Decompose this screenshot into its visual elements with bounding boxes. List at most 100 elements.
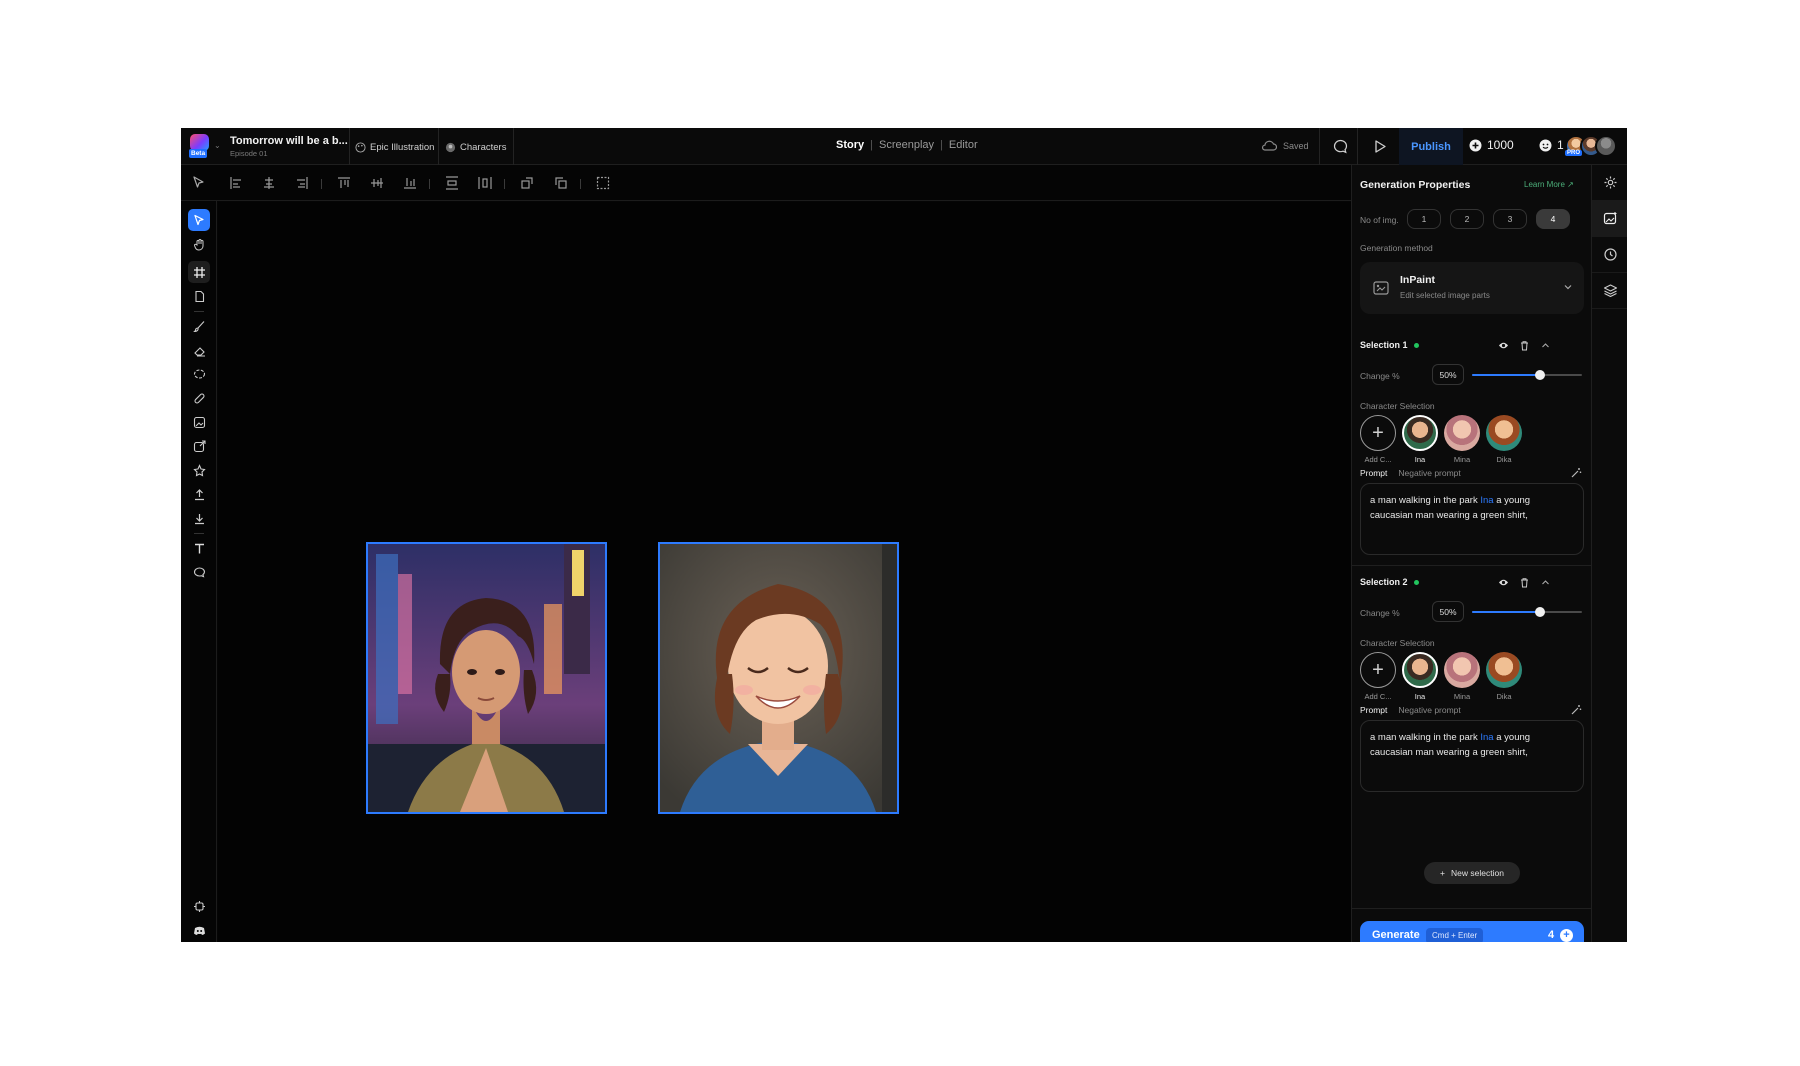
trash-icon[interactable] [1519, 577, 1530, 588]
character-mina[interactable]: Mina [1444, 652, 1480, 701]
layers-tab[interactable] [1592, 273, 1627, 309]
learn-more-link[interactable]: Learn More ↗ [1524, 180, 1574, 189]
character-mina[interactable]: Mina [1444, 415, 1480, 464]
slider-knob[interactable] [1535, 607, 1546, 617]
prompt-textarea[interactable]: a man walking in the park Ina a young ca… [1360, 483, 1584, 555]
avatar[interactable] [1595, 135, 1617, 157]
eye-icon[interactable] [1498, 577, 1509, 588]
toolbar-separator [429, 179, 430, 189]
character-ina[interactable]: Ina [1402, 415, 1438, 464]
avatar [1486, 652, 1522, 688]
character-dika[interactable]: Dika [1486, 652, 1522, 701]
tab-editor[interactable]: Editor [949, 139, 978, 151]
comment-icon[interactable] [1332, 138, 1349, 155]
tab-story[interactable]: Story [836, 139, 864, 151]
play-icon[interactable] [1371, 138, 1388, 155]
crop-tool[interactable] [188, 261, 210, 283]
distribute-v-icon[interactable] [444, 175, 460, 191]
image-edit-tool[interactable] [188, 411, 210, 433]
img-count-4[interactable]: 4 [1536, 209, 1570, 229]
img-count-3[interactable]: 3 [1493, 209, 1527, 229]
image-frame-2[interactable] [658, 542, 899, 814]
align-top-icon[interactable] [336, 175, 352, 191]
eye-icon[interactable] [1498, 340, 1509, 351]
lasso-tool[interactable] [188, 363, 210, 385]
magic-shape-tool[interactable] [188, 459, 210, 481]
tab-negative-prompt[interactable]: Negative prompt [1398, 468, 1460, 478]
upload-tool[interactable] [188, 483, 210, 505]
generation-method-select[interactable]: InPaint Edit selected image parts [1360, 262, 1584, 314]
magic-wand-icon[interactable] [1570, 467, 1582, 479]
project-info[interactable]: Tomorrow will be a b... Episode 01 [230, 135, 348, 158]
publish-button[interactable]: Publish [1399, 128, 1463, 165]
healing-tool[interactable] [188, 387, 210, 409]
change-slider[interactable] [1472, 607, 1582, 617]
credits-counter[interactable]: 1000 [1469, 138, 1514, 152]
collaborator-avatars[interactable]: PRO [1565, 135, 1621, 159]
character-ina[interactable]: Ina [1402, 652, 1438, 701]
image-export-tool[interactable] [188, 435, 210, 457]
comment-tool[interactable] [188, 561, 210, 583]
prompt-textarea[interactable]: a man walking in the park Ina a young ca… [1360, 720, 1584, 792]
download-tool[interactable] [188, 507, 210, 529]
eraser-tool[interactable] [188, 339, 210, 361]
character-mention[interactable]: Ina [1480, 732, 1493, 743]
page-tool[interactable] [188, 285, 210, 307]
select-area-icon[interactable] [595, 175, 611, 191]
style-chip-label: Epic Illustration [370, 141, 435, 153]
change-label: Change % [1360, 608, 1400, 618]
app-logo[interactable]: Beta [189, 134, 211, 158]
magic-wand-icon[interactable] [1570, 704, 1582, 716]
align-left-icon[interactable] [228, 175, 244, 191]
settings-tab[interactable] [1592, 165, 1627, 201]
tab-prompt[interactable]: Prompt [1360, 705, 1387, 715]
hand-tool[interactable] [188, 233, 210, 255]
trash-icon[interactable] [1519, 340, 1530, 351]
img-count-1[interactable]: 1 [1407, 209, 1441, 229]
align-middle-v-icon[interactable] [369, 175, 385, 191]
plus-icon: + [1360, 415, 1396, 451]
align-right-icon[interactable] [294, 175, 310, 191]
settings-tool[interactable] [188, 895, 210, 917]
img-count-2[interactable]: 2 [1450, 209, 1484, 229]
characters-chip[interactable]: Characters [445, 140, 506, 154]
tab-screenplay[interactable]: Screenplay [879, 139, 934, 151]
generate-button[interactable]: Generate Cmd + Enter 4 + [1360, 921, 1584, 942]
history-tab[interactable] [1592, 237, 1627, 273]
text-tool[interactable] [188, 537, 210, 559]
generate-tab[interactable] [1592, 201, 1627, 237]
tab-prompt[interactable]: Prompt [1360, 468, 1387, 478]
character-dika[interactable]: Dika [1486, 415, 1522, 464]
editor-canvas[interactable] [218, 202, 1351, 942]
distribute-h-icon[interactable] [477, 175, 493, 191]
chevron-up-icon[interactable] [1540, 577, 1551, 588]
chevron-down-icon[interactable]: ⌄ [214, 141, 221, 150]
new-selection-button[interactable]: + New selection [1424, 862, 1520, 884]
change-percent-input[interactable]: 50% [1432, 364, 1464, 385]
character-mention[interactable]: Ina [1480, 495, 1493, 506]
add-character[interactable]: + Add C... [1360, 415, 1396, 464]
selection-title-label: Selection 2 [1360, 577, 1408, 587]
select-tool[interactable] [188, 209, 210, 231]
character-name: Ina [1414, 455, 1426, 464]
users-counter[interactable]: 1 [1539, 138, 1564, 152]
chevron-up-icon[interactable] [1540, 340, 1551, 351]
image-frame-1[interactable] [366, 542, 607, 814]
discord-link[interactable] [188, 919, 210, 941]
brush-tool[interactable] [188, 315, 210, 337]
chevron-down-icon [1564, 285, 1572, 290]
bring-forward-icon[interactable] [519, 175, 535, 191]
avatar [1444, 652, 1480, 688]
pointer-icon[interactable] [191, 175, 207, 191]
align-center-h-icon[interactable] [261, 175, 277, 191]
change-slider[interactable] [1472, 370, 1582, 380]
send-backward-icon[interactable] [553, 175, 569, 191]
tab-negative-prompt[interactable]: Negative prompt [1398, 705, 1460, 715]
align-bottom-icon[interactable] [402, 175, 418, 191]
slider-knob[interactable] [1535, 370, 1546, 380]
character-selection: + Add C... Ina Mina Dika [1360, 652, 1522, 701]
style-chip[interactable]: Epic Illustration [355, 140, 434, 154]
character-name: Ina [1414, 692, 1426, 701]
add-character[interactable]: + Add C... [1360, 652, 1396, 701]
change-percent-input[interactable]: 50% [1432, 601, 1464, 622]
